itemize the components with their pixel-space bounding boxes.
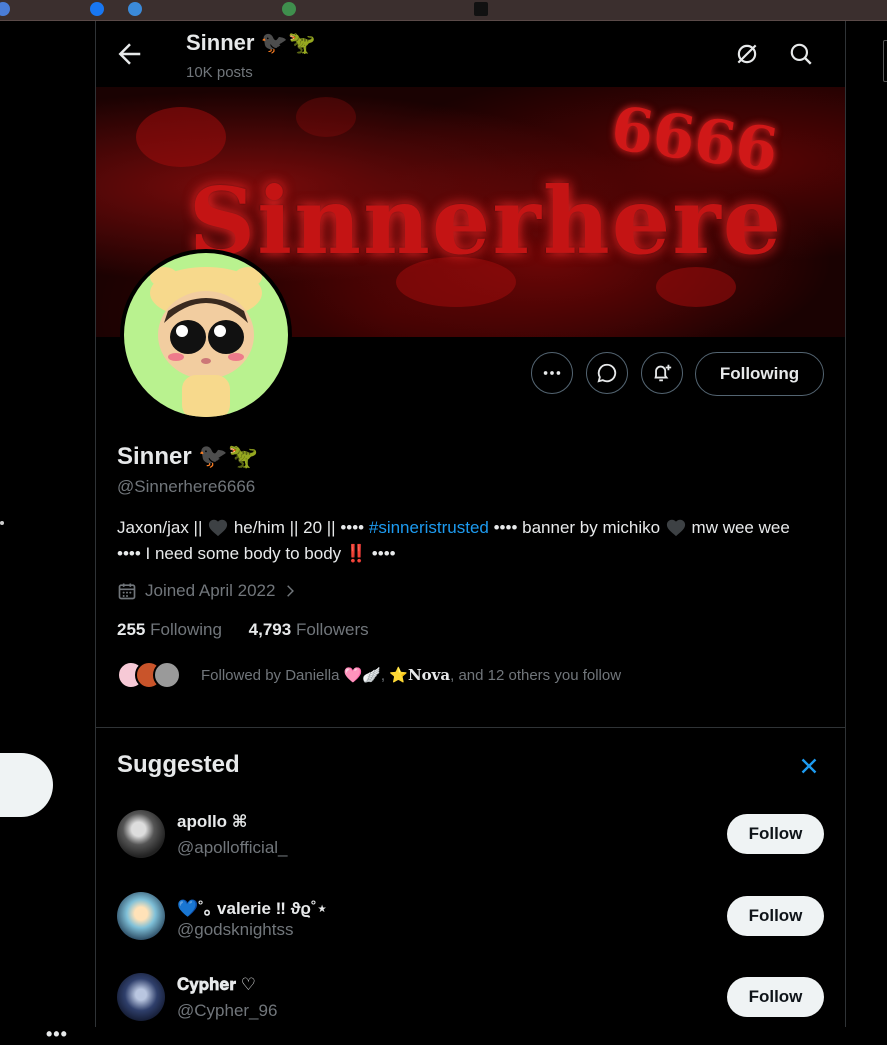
tab-favicon[interactable] bbox=[128, 2, 142, 16]
tab-favicon[interactable] bbox=[474, 2, 488, 16]
chat-bubble-icon bbox=[597, 363, 617, 383]
follow-button[interactable]: Follow bbox=[727, 977, 824, 1017]
avatar-image bbox=[124, 253, 288, 417]
profile-bio: Jaxon/jax || he/him || 20 || •••• #sinne… bbox=[117, 515, 817, 567]
header-name: Sinner 🐦‍⬛🦖 bbox=[186, 30, 316, 55]
notifications-button[interactable] bbox=[641, 352, 683, 394]
followed-by-suffix: , and 12 others you follow bbox=[450, 667, 622, 684]
bio-text: he/him || 20 || •••• bbox=[229, 518, 369, 537]
following-button[interactable]: Following bbox=[695, 352, 824, 396]
suggested-user-handle: @Cypher_96 bbox=[177, 1001, 278, 1020]
suggested-user-row[interactable]: 💙˚｡ valerie ‼ ϑϱ˚⋆ @godsknightss Follow bbox=[96, 892, 845, 962]
followers-label: Followers bbox=[295, 620, 369, 639]
suggested-user-handle: @godsknightss bbox=[177, 920, 294, 939]
bio-text: •••• bbox=[367, 544, 396, 563]
more-icon[interactable]: ••• bbox=[46, 1024, 68, 1045]
following-label: Following bbox=[150, 620, 222, 639]
tab-favicon[interactable] bbox=[0, 2, 10, 16]
followers-count: 4,793 bbox=[248, 620, 292, 639]
profile-header: Sinner 🐦‍⬛🦖 10K posts bbox=[96, 21, 845, 87]
tab-favicon[interactable] bbox=[282, 2, 296, 16]
suggested-user-row[interactable]: apollo ⌘ @apollofficial_ Follow bbox=[96, 810, 845, 880]
black-heart-icon bbox=[209, 519, 228, 537]
suggested-user-name: 💙˚｡ valerie ‼ ϑϱ˚⋆ bbox=[177, 899, 328, 918]
chevron-right-icon bbox=[287, 585, 295, 597]
follow-button[interactable]: Follow bbox=[727, 896, 824, 936]
bell-plus-icon bbox=[654, 364, 672, 382]
rail-dot bbox=[0, 521, 4, 525]
profile-avatar[interactable] bbox=[120, 249, 292, 421]
scrollbar[interactable] bbox=[883, 40, 887, 82]
calendar-icon bbox=[118, 583, 136, 600]
profile-column: Sinner 🐦‍⬛🦖 10K posts 6666 Sinnerhere bbox=[95, 21, 846, 1027]
follow-stats: 255 Following 4,793 Followers bbox=[117, 620, 391, 640]
suggested-user-row[interactable]: 𝐂𝐲𝐩𝐡𝐞𝐫 ♡ @Cypher_96 Follow bbox=[96, 973, 845, 1043]
user-handle: @Sinnerhere6666 bbox=[117, 477, 256, 496]
joined-text: Joined April 2022 bbox=[145, 581, 276, 600]
hashtag-link[interactable]: #sinneristrusted bbox=[369, 518, 489, 537]
followed-by-text: Followed by Daniella 🩷🪽, ⭐𝐍𝐨𝐯𝐚, and 12 o… bbox=[201, 666, 621, 684]
follow-button[interactable]: Follow bbox=[727, 814, 824, 854]
following-count-link[interactable]: 255 Following bbox=[117, 620, 222, 639]
suggested-user-handle: @apollofficial_ bbox=[177, 838, 288, 857]
followed-by-name: 𝐍𝐨𝐯𝐚 bbox=[407, 666, 451, 684]
suggested-user-avatar[interactable] bbox=[117, 810, 165, 858]
post-count: 10K posts bbox=[186, 64, 253, 81]
bangbang-emoji: ‼️ bbox=[345, 544, 368, 563]
suggested-title: Suggested bbox=[117, 751, 240, 778]
left-nav-rail: ••• bbox=[0, 21, 95, 1044]
grok-icon[interactable] bbox=[734, 41, 760, 67]
message-button[interactable] bbox=[586, 352, 628, 394]
black-heart-icon bbox=[666, 519, 685, 537]
search-icon[interactable] bbox=[788, 41, 814, 67]
ellipsis-icon bbox=[543, 371, 561, 375]
followed-by-row[interactable]: Followed by Daniella 🩷🪽, ⭐𝐍𝐨𝐯𝐚, and 12 o… bbox=[117, 660, 621, 690]
suggested-user-name: apollo ⌘ bbox=[177, 812, 248, 831]
display-name: Sinner 🐦‍⬛🦖 bbox=[117, 443, 259, 470]
suggested-user-name: 𝐂𝐲𝐩𝐡𝐞𝐫 ♡ bbox=[177, 975, 256, 994]
more-options-button[interactable] bbox=[531, 352, 573, 394]
browser-tab-strip bbox=[0, 0, 887, 21]
joined-date[interactable]: Joined April 2022 bbox=[117, 581, 297, 601]
section-divider bbox=[96, 727, 845, 728]
follower-avatar bbox=[153, 661, 181, 689]
bio-text: Jaxon/jax || bbox=[117, 518, 208, 537]
close-icon[interactable] bbox=[796, 753, 822, 779]
back-arrow-icon[interactable] bbox=[114, 39, 144, 69]
facebook-favicon[interactable] bbox=[90, 2, 104, 16]
bio-text: •••• banner by michiko bbox=[488, 518, 665, 537]
suggested-user-avatar[interactable] bbox=[117, 973, 165, 1021]
post-button[interactable] bbox=[0, 753, 53, 817]
followed-by-prefix: Followed by Daniella 🩷🪽, ⭐ bbox=[201, 667, 408, 684]
following-count: 255 bbox=[117, 620, 146, 639]
suggested-user-avatar[interactable] bbox=[117, 892, 165, 940]
followers-count-link[interactable]: 4,793 Followers bbox=[249, 620, 369, 639]
